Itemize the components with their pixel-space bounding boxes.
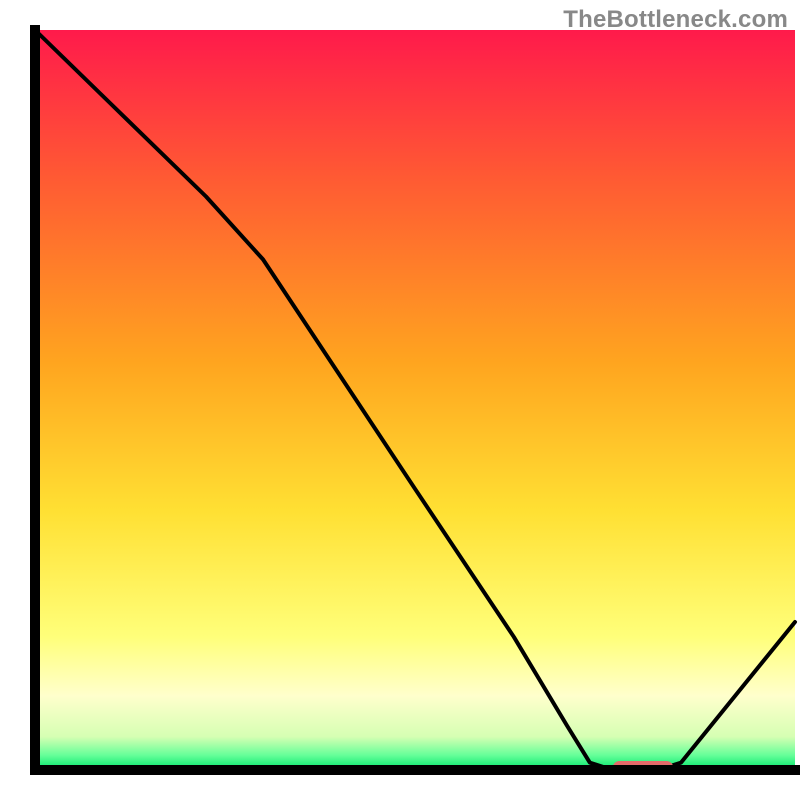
bottleneck-chart <box>0 0 800 800</box>
attribution-label: TheBottleneck.com <box>563 6 788 34</box>
chart-container: TheBottleneck.com <box>0 0 800 800</box>
